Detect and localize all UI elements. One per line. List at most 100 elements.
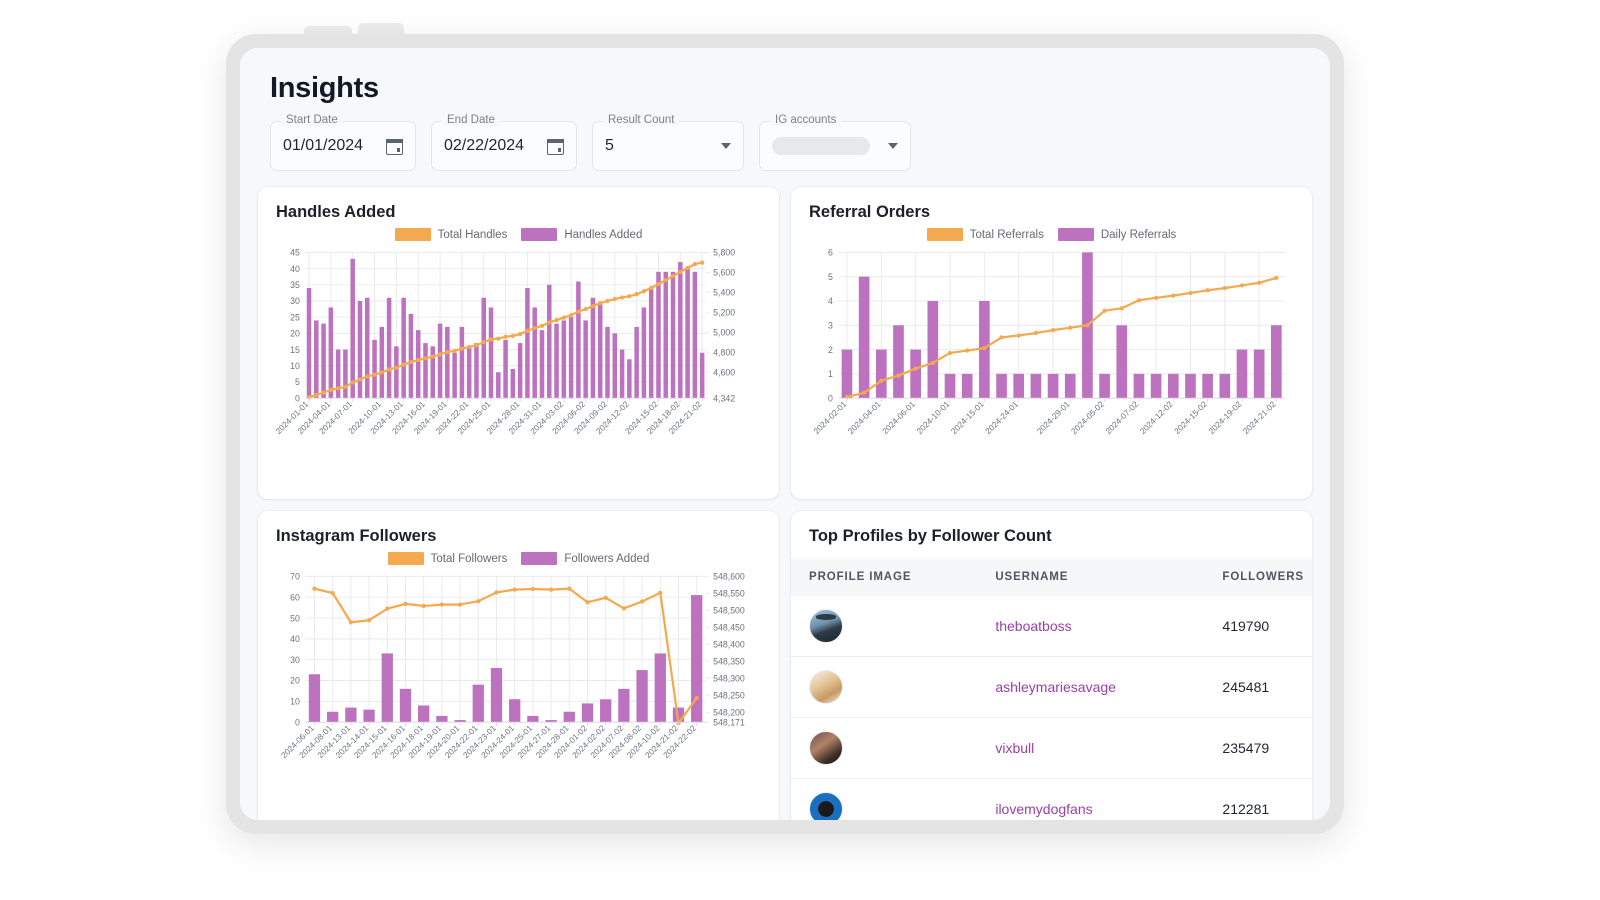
legend-swatch xyxy=(395,228,431,241)
bar xyxy=(401,298,406,398)
bar xyxy=(491,668,502,722)
svg-text:45: 45 xyxy=(290,248,300,258)
bar xyxy=(842,350,853,399)
legend-item[interactable]: Handles Added xyxy=(521,228,642,241)
svg-text:548,200: 548,200 xyxy=(713,708,745,718)
card-title: Referral Orders xyxy=(809,203,1296,222)
screenshot-stage: Insights Start Date 01/01/2024 End Date … xyxy=(0,0,1600,900)
bar xyxy=(460,327,465,398)
bar xyxy=(363,710,374,722)
svg-text:2024-15-02: 2024-15-02 xyxy=(1172,399,1209,436)
legend-item[interactable]: Followers Added xyxy=(521,552,649,565)
chart-legend: Total Handles Handles Added xyxy=(274,228,763,241)
svg-text:5,800: 5,800 xyxy=(713,248,735,258)
card-title: Instagram Followers xyxy=(276,527,763,546)
bar xyxy=(1254,350,1265,399)
bar xyxy=(663,272,668,398)
chevron-down-icon[interactable] xyxy=(888,143,898,149)
bar xyxy=(1168,374,1179,398)
bar xyxy=(387,298,392,398)
bar xyxy=(613,333,618,398)
device-bezel: Insights Start Date 01/01/2024 End Date … xyxy=(226,34,1344,834)
bar xyxy=(1116,325,1127,398)
svg-text:2024-04-01: 2024-04-01 xyxy=(846,399,883,436)
card-referral-orders: Referral Orders Total Referrals Daily Ref… xyxy=(791,187,1312,499)
bar xyxy=(656,272,661,398)
chevron-down-icon[interactable] xyxy=(721,143,731,149)
bar xyxy=(321,324,326,399)
bar xyxy=(996,374,1007,398)
username-link[interactable]: vixbull xyxy=(995,740,1034,756)
svg-text:2: 2 xyxy=(828,345,833,355)
legend-label: Total Followers xyxy=(431,553,508,565)
dashboard-grid: Handles Added Total Handles Handles Added… xyxy=(240,187,1330,820)
start-date-field[interactable]: Start Date 01/01/2024 xyxy=(270,121,416,171)
avatar-theboatboss xyxy=(809,609,843,643)
bar xyxy=(400,689,411,722)
bar xyxy=(365,298,370,398)
card-instagram-followers: Instagram Followers Total Followers Follo… xyxy=(258,511,779,820)
bar xyxy=(372,340,377,398)
table-row[interactable]: ashleymariesavage245481 xyxy=(791,657,1312,718)
bar xyxy=(634,327,639,398)
table-row[interactable]: vixbull235479 xyxy=(791,718,1312,779)
bar xyxy=(358,301,363,398)
end-date-field[interactable]: End Date 02/22/2024 xyxy=(431,121,577,171)
username-link[interactable]: theboatboss xyxy=(995,618,1071,634)
legend-item[interactable]: Daily Referrals xyxy=(1058,228,1176,241)
svg-text:60: 60 xyxy=(290,592,300,602)
bar xyxy=(620,350,625,399)
start-date-label: Start Date xyxy=(281,114,343,126)
calendar-icon[interactable] xyxy=(547,138,564,155)
svg-text:548,171: 548,171 xyxy=(713,717,745,727)
legend-item[interactable]: Total Followers xyxy=(388,552,508,565)
bar xyxy=(540,330,545,398)
svg-text:0: 0 xyxy=(295,717,300,727)
svg-text:0: 0 xyxy=(828,393,833,403)
svg-text:50: 50 xyxy=(290,613,300,623)
svg-text:548,500: 548,500 xyxy=(713,606,745,616)
svg-text:40: 40 xyxy=(290,634,300,644)
svg-text:2024-06-01: 2024-06-01 xyxy=(880,399,917,436)
svg-text:2024-02-01: 2024-02-01 xyxy=(811,399,848,436)
svg-text:2024-24-01: 2024-24-01 xyxy=(983,399,1020,436)
ig-accounts-placeholder xyxy=(772,137,870,155)
bar xyxy=(700,353,705,398)
username-link[interactable]: ashleymariesavage xyxy=(995,679,1116,695)
legend-item[interactable]: Total Handles xyxy=(395,228,508,241)
bar xyxy=(527,716,538,722)
cell-username: theboatboss xyxy=(987,596,1214,657)
ig-accounts-label: IG accounts xyxy=(770,114,841,126)
bar xyxy=(876,350,887,399)
table-row[interactable]: ilovemydogfans212281 xyxy=(791,779,1312,821)
bar xyxy=(1013,374,1024,398)
svg-text:4,342: 4,342 xyxy=(713,393,735,403)
bar xyxy=(627,359,632,398)
svg-text:2024-05-02: 2024-05-02 xyxy=(1069,399,1106,436)
svg-text:30: 30 xyxy=(290,655,300,665)
result-count-select[interactable]: Result Count 5 xyxy=(592,121,744,171)
bar xyxy=(859,277,870,398)
bar xyxy=(685,269,690,399)
svg-text:5,600: 5,600 xyxy=(713,268,735,278)
bar xyxy=(489,307,494,398)
calendar-icon[interactable] xyxy=(386,138,403,155)
bar xyxy=(569,317,574,398)
table-row[interactable]: theboatboss419790 xyxy=(791,596,1312,657)
legend-item[interactable]: Total Referrals xyxy=(927,228,1044,241)
chart-instagram-followers: 010203040506070548,171548,200548,250548,… xyxy=(274,569,763,781)
svg-text:5: 5 xyxy=(828,272,833,282)
svg-text:2024-29-01: 2024-29-01 xyxy=(1035,399,1072,436)
svg-text:2024-12-02: 2024-12-02 xyxy=(1138,399,1175,436)
bar xyxy=(438,324,443,399)
bar xyxy=(345,708,356,723)
ig-accounts-select[interactable]: IG accounts xyxy=(759,121,911,171)
username-link[interactable]: ilovemydogfans xyxy=(995,801,1092,817)
table-head: PROFILE IMAGE USERNAME FOLLOWERS xyxy=(791,558,1312,596)
bar xyxy=(928,301,939,398)
cell-profile-image xyxy=(791,718,987,779)
bar xyxy=(642,307,647,398)
legend-swatch xyxy=(927,228,963,241)
column-header-profile-image: PROFILE IMAGE xyxy=(791,558,987,596)
card-title: Top Profiles by Follower Count xyxy=(809,527,1312,546)
